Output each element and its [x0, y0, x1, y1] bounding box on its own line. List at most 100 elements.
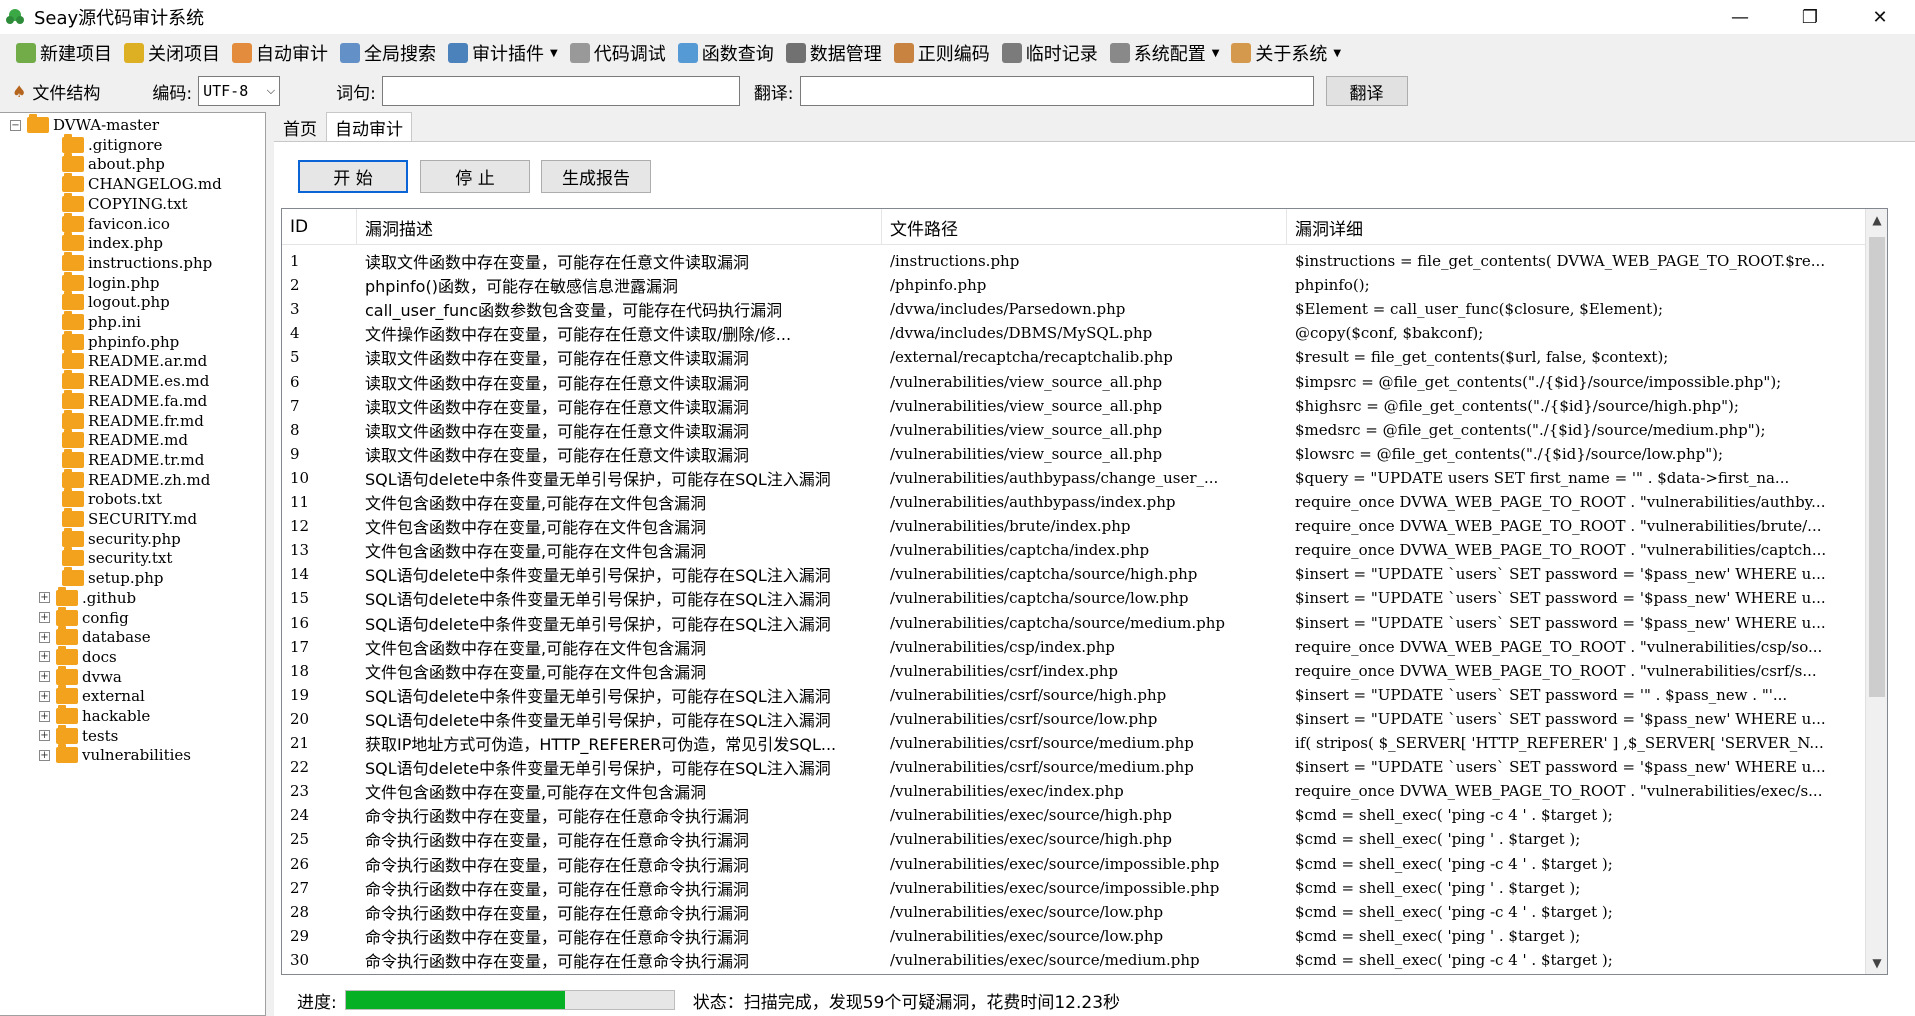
toolbar-global-search-button[interactable]: 全局搜索: [334, 38, 442, 68]
toolbar-new-project-button[interactable]: 新建项目: [10, 38, 118, 68]
table-row[interactable]: 6 读取文件函数中存在变量，可能存在任意文件读取漏洞/vulnerabilitie…: [282, 370, 1867, 394]
table-row[interactable]: 17 文件包含函数中存在变量,可能存在文件包含漏洞/vulnerabilities…: [282, 635, 1867, 659]
toolbar-gear-button[interactable]: 系统配置 ▼: [1104, 38, 1226, 68]
table-row[interactable]: 20 SQL语句delete中条件变量无单引号保护，可能存在SQL注入漏洞/vul…: [282, 707, 1867, 731]
table-row[interactable]: 2 phpinfo()函数，可能存在敏感信息泄露漏洞/phpinfo.php php…: [282, 273, 1867, 297]
toolbar-close-project-button[interactable]: 关闭项目: [118, 38, 226, 68]
translate-button[interactable]: 翻译: [1325, 76, 1408, 106]
tree-folder[interactable]: + database: [39, 626, 151, 648]
close-button[interactable]: ✕: [1845, 0, 1915, 34]
tree-file[interactable]: .gitignore: [62, 133, 162, 156]
tree-file[interactable]: SECURITY.md: [62, 508, 197, 530]
tree-folder[interactable]: + .github: [39, 586, 136, 609]
start-button[interactable]: 开 始: [298, 160, 408, 193]
table-row[interactable]: 18 文件包含函数中存在变量,可能存在文件包含漏洞/vulnerabilities…: [282, 659, 1867, 683]
expand-icon[interactable]: +: [39, 671, 50, 683]
expand-icon[interactable]: +: [39, 710, 50, 722]
table-row[interactable]: 1 读取文件函数中存在变量，可能存在任意文件读取漏洞/instructions.p…: [282, 249, 1867, 273]
tree-folder[interactable]: + external: [39, 685, 145, 707]
tree-file[interactable]: COPYING.txt: [62, 192, 188, 215]
table-row[interactable]: 31 命令执行函数中存在变量，可能存在任意命令执行漏洞/vulnerabiliti…: [282, 972, 1867, 974]
table-row[interactable]: 16 SQL语句delete中条件变量无单引号保护，可能存在SQL注入漏洞/vul…: [282, 611, 1867, 635]
table-row[interactable]: 10 SQL语句delete中条件变量无单引号保护，可能存在SQL注入漏洞/vul…: [282, 466, 1867, 490]
tree-file[interactable]: security.php: [62, 527, 181, 550]
translate-input[interactable]: [799, 76, 1314, 106]
expand-icon[interactable]: +: [39, 749, 50, 761]
table-row[interactable]: 25 命令执行函数中存在变量，可能存在任意命令执行漏洞/vulnerabiliti…: [282, 827, 1867, 851]
table-row[interactable]: 30 命令执行函数中存在变量，可能存在任意命令执行漏洞/vulnerabiliti…: [282, 948, 1867, 972]
tree-file[interactable]: about.php: [62, 153, 165, 175]
tree-folder[interactable]: + vulnerabilities: [39, 744, 191, 766]
toolbar-notes-button[interactable]: 临时记录: [996, 38, 1104, 68]
tree-folder[interactable]: + config: [39, 606, 129, 629]
tree-file[interactable]: README.ar.md: [62, 350, 207, 372]
table-row[interactable]: 15 SQL语句delete中条件变量无单引号保护，可能存在SQL注入漏洞/vul…: [282, 586, 1867, 610]
collapse-icon[interactable]: −: [10, 119, 21, 131]
table-row[interactable]: 13 文件包含函数中存在变量,可能存在文件包含漏洞/vulnerabilities…: [282, 538, 1867, 562]
expand-icon[interactable]: +: [39, 612, 50, 623]
toolbar-about-button[interactable]: 关于系统 ▼: [1225, 38, 1347, 68]
tree-file[interactable]: README.es.md: [62, 370, 209, 392]
tree-file[interactable]: robots.txt: [62, 488, 162, 510]
table-row[interactable]: 19 SQL语句delete中条件变量无单引号保护，可能存在SQL注入漏洞/vul…: [282, 683, 1867, 707]
toolbar-debug-button[interactable]: 代码调试: [564, 38, 672, 68]
tree-file[interactable]: README.fr.md: [62, 409, 204, 432]
expand-icon[interactable]: +: [39, 592, 50, 604]
tree-folder[interactable]: + hackable: [39, 705, 150, 727]
expand-icon[interactable]: +: [39, 690, 50, 702]
expand-icon[interactable]: +: [39, 631, 50, 643]
table-row[interactable]: 23 文件包含函数中存在变量,可能存在文件包含漏洞/vulnerabilities…: [282, 779, 1867, 803]
scroll-up-icon[interactable]: ▲: [1866, 209, 1887, 231]
tree-file[interactable]: README.fa.md: [62, 389, 207, 412]
file-tree[interactable]: − DVWA-master .gitignore about.php CHANGELOG…: [0, 112, 266, 1016]
tree-folder[interactable]: + tests: [39, 724, 118, 747]
tree-file[interactable]: README.tr.md: [62, 448, 204, 471]
tree-folder[interactable]: + docs: [39, 645, 117, 668]
tree-file[interactable]: instructions.php: [62, 251, 212, 274]
table-row[interactable]: 11 文件包含函数中存在变量,可能存在文件包含漏洞/vulnerabilities…: [282, 490, 1867, 514]
column-header[interactable]: ID: [282, 209, 357, 245]
tree-file[interactable]: README.zh.md: [62, 468, 210, 491]
tree-file[interactable]: phpinfo.php: [62, 330, 179, 353]
tree-file[interactable]: login.php: [62, 271, 160, 294]
expand-icon[interactable]: +: [39, 651, 50, 663]
column-header[interactable]: 文件路径: [882, 209, 1287, 245]
toolbar-data-manage-button[interactable]: 数据管理: [780, 38, 888, 68]
tab-auto-audit[interactable]: 自动审计: [326, 112, 412, 142]
table-row[interactable]: 9 读取文件函数中存在变量，可能存在任意文件读取漏洞/vulnerabilitie…: [282, 442, 1867, 466]
column-header[interactable]: 漏洞详细: [1287, 209, 1867, 245]
table-row[interactable]: 12 文件包含函数中存在变量,可能存在文件包含漏洞/vulnerabilities…: [282, 514, 1867, 538]
table-row[interactable]: 21 获取IP地址方式可伪造，HTTP_REFERER可伪造，常见引发SQL...…: [282, 731, 1867, 755]
vulnerability-list[interactable]: ID 漏洞描述 文件路径 漏洞详细 1 读取文件函数中存在变量，可能存在任意文件读取漏洞…: [281, 208, 1888, 975]
tree-file[interactable]: logout.php: [62, 291, 170, 313]
table-row[interactable]: 24 命令执行函数中存在变量，可能存在任意命令执行漏洞/vulnerabiliti…: [282, 803, 1867, 827]
table-row[interactable]: 3 call_user_func函数参数包含变量，可能存在代码执行漏洞/dvwa/…: [282, 297, 1867, 321]
generate-report-button[interactable]: 生成报告: [541, 160, 651, 193]
table-row[interactable]: 22 SQL语句delete中条件变量无单引号保护，可能存在SQL注入漏洞/vul…: [282, 755, 1867, 779]
scroll-thumb[interactable]: [1869, 237, 1885, 697]
table-row[interactable]: 5 读取文件函数中存在变量，可能存在任意文件读取漏洞/external/recap…: [282, 345, 1867, 369]
tree-file[interactable]: CHANGELOG.md: [62, 173, 222, 195]
tree-file[interactable]: security.txt: [62, 547, 172, 569]
maximize-button[interactable]: ❐: [1775, 0, 1845, 34]
scroll-down-icon[interactable]: ▼: [1866, 952, 1887, 974]
minimize-button[interactable]: —: [1705, 0, 1775, 34]
toolbar-auto-audit-button[interactable]: 自动审计: [226, 38, 334, 68]
stop-button[interactable]: 停 止: [420, 160, 530, 193]
toolbar-plugin-button[interactable]: 审计插件 ▼: [442, 38, 564, 68]
table-row[interactable]: 29 命令执行函数中存在变量，可能存在任意命令执行漏洞/vulnerabiliti…: [282, 924, 1867, 948]
table-row[interactable]: 26 命令执行函数中存在变量，可能存在任意命令执行漏洞/vulnerabiliti…: [282, 852, 1867, 876]
table-row[interactable]: 27 命令执行函数中存在变量，可能存在任意命令执行漏洞/vulnerabiliti…: [282, 876, 1867, 900]
column-header[interactable]: 漏洞描述: [357, 209, 882, 245]
table-row[interactable]: 28 命令执行函数中存在变量，可能存在任意命令执行漏洞/vulnerabiliti…: [282, 900, 1867, 924]
encoding-select[interactable]: UTF-8 ⌵: [198, 76, 281, 106]
tree-folder[interactable]: + dvwa: [39, 665, 122, 688]
tree-file[interactable]: setup.php: [62, 567, 164, 589]
word-input[interactable]: [381, 76, 740, 106]
table-row[interactable]: 7 读取文件函数中存在变量，可能存在任意文件读取漏洞/vulnerabilitie…: [282, 394, 1867, 418]
tree-file[interactable]: favicon.ico: [62, 212, 170, 235]
toolbar-regex-button[interactable]: 正则编码: [888, 38, 996, 68]
vertical-scrollbar[interactable]: ▲ ▼: [1865, 209, 1887, 974]
toolbar-function-search-button[interactable]: 函数查询: [672, 38, 780, 68]
tree-file[interactable]: README.md: [62, 429, 188, 451]
